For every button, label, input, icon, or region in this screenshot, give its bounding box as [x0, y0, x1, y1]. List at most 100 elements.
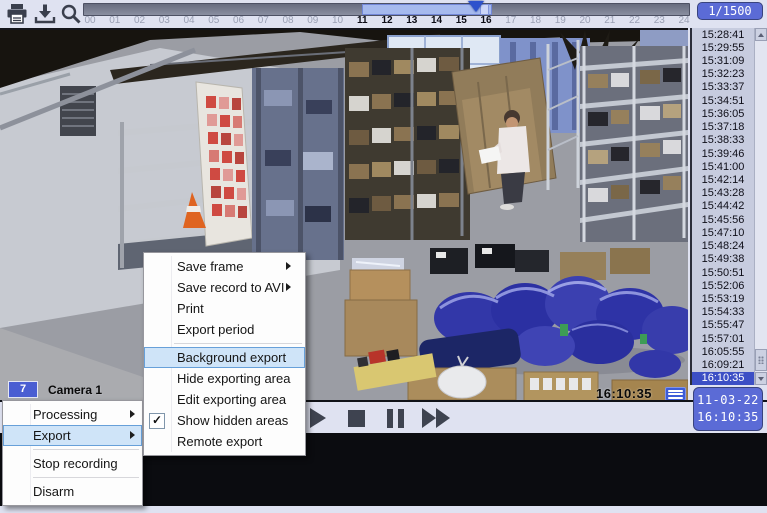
frame-counter-badge: 1/1500	[697, 2, 763, 20]
menu-item-label: Disarm	[33, 484, 75, 499]
checkbox-checked-icon[interactable]: ✓	[149, 413, 165, 429]
hour-label: 03	[158, 15, 170, 26]
datetime-display: 11-03-22 16:10:35	[693, 387, 763, 431]
list-item[interactable]: 15:48:24	[692, 240, 754, 253]
arrow-down-icon	[758, 376, 764, 381]
video-menu-icon[interactable]	[665, 387, 686, 400]
list-item[interactable]: 15:29:55	[692, 41, 754, 54]
list-item[interactable]: 15:47:10	[692, 226, 754, 239]
top-toolbar: 00 01 02 03 04 05 06 07 08 09 10 11 12 1…	[0, 0, 767, 28]
list-item[interactable]: 15:34:51	[692, 94, 754, 107]
list-item[interactable]: 15:31:09	[692, 54, 754, 67]
menu-item-hide-exporting-area[interactable]: Hide exporting area	[144, 368, 305, 389]
list-item[interactable]: 15:45:56	[692, 213, 754, 226]
list-item-selected[interactable]: 16:10:35	[692, 371, 754, 385]
list-item[interactable]: 15:57:01	[692, 332, 754, 345]
menu-item-edit-exporting-area[interactable]: Edit exporting area	[144, 389, 305, 410]
scroll-up-button[interactable]	[755, 28, 767, 41]
menu-item-save-record-to-avi[interactable]: Save record to AVI	[144, 277, 305, 298]
save-export-button[interactable]	[32, 2, 58, 26]
hour-label: 21	[604, 15, 616, 26]
list-item[interactable]: 16:09:21	[692, 358, 754, 371]
video-osd-timestamp: 16:10:35	[596, 386, 653, 400]
menu-item-print[interactable]: Print	[144, 298, 305, 319]
list-item[interactable]: 15:39:46	[692, 147, 754, 160]
fast-forward-button[interactable]	[420, 406, 454, 430]
list-item[interactable]: 15:49:38	[692, 253, 754, 266]
hour-label: 06	[232, 15, 245, 26]
camera-label: 7 Camera 1	[8, 381, 102, 398]
menu-item-show-hidden-areas[interactable]: ✓ Show hidden areas	[144, 410, 305, 431]
menu-separator	[33, 449, 139, 450]
hour-label: 08	[282, 15, 294, 26]
hour-label: 20	[579, 15, 591, 26]
menu-item-export-period[interactable]: Export period	[144, 319, 305, 340]
print-icon	[7, 4, 27, 24]
menu-item-label: Remote export	[177, 434, 263, 449]
hour-label: 04	[183, 15, 195, 26]
menu-item-save-frame[interactable]: Save frame	[144, 256, 305, 277]
timeline-hour-labels: 00 01 02 03 04 05 06 07 08 09 10 11 12 1…	[80, 15, 694, 27]
list-item[interactable]: 15:37:18	[692, 121, 754, 134]
submenu-arrow-icon	[130, 410, 135, 418]
scrollbar-thumb[interactable]	[755, 349, 767, 371]
menu-item-label: Background export	[177, 350, 287, 365]
camera-number-badge: 7	[8, 381, 38, 398]
recordings-sidebar: 15:28:41 15:29:55 15:31:09 15:32:23 15:3…	[690, 28, 767, 385]
menu-item-label: Print	[177, 301, 204, 316]
camera-video-view[interactable]: 16:10:35 7 Camera 1	[0, 28, 688, 400]
hour-label: 00	[84, 15, 96, 26]
menu-item-export[interactable]: Export	[3, 425, 142, 446]
list-item[interactable]: 15:55:47	[692, 319, 754, 332]
stop-button[interactable]	[342, 406, 370, 430]
menu-item-label: Edit exporting area	[177, 392, 287, 407]
play-button[interactable]	[304, 406, 332, 430]
list-item[interactable]: 15:50:51	[692, 266, 754, 279]
hour-label: 24	[678, 15, 690, 26]
menu-item-processing[interactable]: Processing	[3, 404, 142, 425]
list-item[interactable]: 15:43:28	[692, 187, 754, 200]
list-item[interactable]: 15:53:19	[692, 292, 754, 305]
menu-item-label: Stop recording	[33, 456, 118, 471]
hour-label: 10	[331, 15, 344, 26]
hour-label: 22	[628, 15, 641, 26]
hour-label: 15	[455, 15, 467, 26]
menu-item-label: Processing	[33, 407, 98, 422]
list-item[interactable]: 15:38:33	[692, 134, 754, 147]
menu-item-remote-export[interactable]: Remote export	[144, 431, 305, 452]
menu-item-stop-recording[interactable]: Stop recording	[3, 453, 142, 474]
save-export-icon	[34, 4, 56, 24]
list-item[interactable]: 15:41:00	[692, 160, 754, 173]
hour-label: 12	[381, 15, 393, 26]
list-item[interactable]: 15:33:37	[692, 81, 754, 94]
hour-label: 16	[480, 15, 492, 26]
list-scrollbar[interactable]	[754, 28, 767, 385]
list-item[interactable]: 15:36:05	[692, 107, 754, 120]
hour-label: 18	[529, 15, 542, 26]
hour-label: 19	[554, 15, 566, 26]
submenu-arrow-icon	[130, 431, 135, 439]
menu-item-label: Export period	[177, 322, 255, 337]
menu-item-label: Export	[33, 428, 71, 443]
fast-forward-icon	[422, 408, 450, 428]
list-item[interactable]: 15:42:14	[692, 173, 754, 186]
menu-separator	[174, 343, 302, 344]
list-item[interactable]: 15:52:06	[692, 279, 754, 292]
list-item[interactable]: 16:05:55	[692, 345, 754, 358]
menu-item-label: Save record to AVI	[177, 280, 285, 295]
list-item[interactable]: 15:54:33	[692, 306, 754, 319]
hour-label: 01	[109, 15, 121, 26]
hour-label: 02	[133, 15, 146, 26]
timeline-position-marker[interactable]	[468, 1, 484, 12]
list-item[interactable]: 15:32:23	[692, 68, 754, 81]
menu-item-disarm[interactable]: Disarm	[3, 481, 142, 502]
list-item[interactable]: 15:44:42	[692, 200, 754, 213]
print-button[interactable]	[4, 2, 30, 26]
menu-item-label: Show hidden areas	[177, 413, 289, 428]
list-item[interactable]: 15:28:41	[692, 28, 754, 41]
pause-button[interactable]	[381, 406, 409, 430]
menu-item-background-export[interactable]: Background export	[144, 347, 305, 368]
scroll-down-button[interactable]	[755, 372, 767, 385]
hour-label: 11	[356, 15, 368, 26]
stop-icon	[347, 409, 365, 427]
